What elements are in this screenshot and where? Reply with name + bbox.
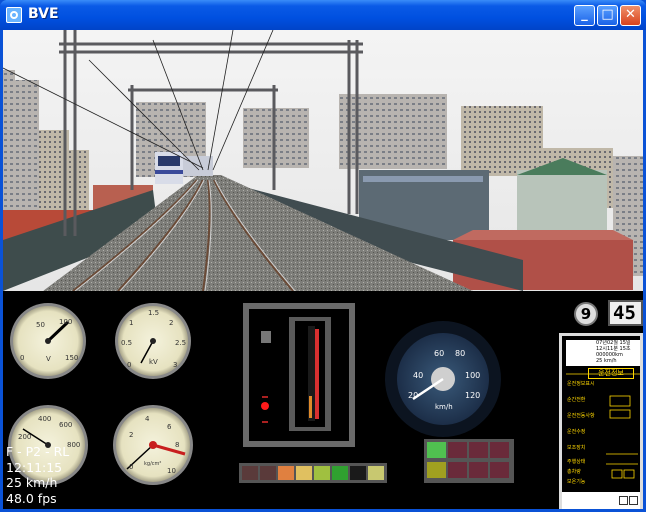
hud-overlay: F - P2 - RL 12:11:15 25 km/h 48.0 fps (6, 444, 69, 506)
hud-fps: 48.0 fps (6, 490, 57, 506)
brake-lamp (490, 462, 509, 478)
pressure2-tick-6: 6 (167, 423, 172, 431)
info-speed: 25 km/h (596, 358, 617, 364)
pressure2-tick-4: 4 (145, 415, 150, 423)
speed-tick-40: 40 (413, 371, 424, 380)
brake-pressure-gauge-right (113, 405, 193, 485)
kv-tick-2-5: 2.5 (175, 339, 187, 347)
indicator-lamps (242, 466, 384, 480)
indicator-lamp (368, 466, 384, 480)
indicator-lamp (296, 466, 312, 480)
speed-tick-100: 100 (465, 371, 481, 380)
info-panel-footer (562, 492, 640, 509)
brake-lamp (469, 462, 488, 478)
pressure2-tick-2: 2 (129, 431, 134, 439)
close-button[interactable]: ✕ (620, 5, 641, 26)
simulator-viewport[interactable]: 50 100 0 V 150 1.5 1 2 0.5 2.5 0 kV 3 40… (3, 30, 643, 509)
speed-tick-120: 120 (465, 391, 481, 400)
cab-instrument-panel: 50 100 0 V 150 1.5 1 2 0.5 2.5 0 kV 3 40… (3, 291, 643, 509)
voltmeter-tick-50: 50 (36, 321, 45, 329)
pressure2-tick-10: 10 (167, 467, 176, 475)
info-panel-header-block: 07년02월 15일 12시11분 15초 000000km 25 km/h (566, 340, 640, 366)
info-panel-diagram (566, 373, 640, 479)
title-bar[interactable]: BVE _ □ ✕ (0, 0, 646, 30)
driver-info-panel: 07년02월 15일 12시11분 15초 000000km 25 km/h 운… (559, 333, 643, 509)
speed-tick-60: 60 (434, 349, 445, 358)
voltmeter-gauge (10, 303, 86, 379)
brake-lamp (490, 442, 509, 458)
info-footer-icon-left[interactable] (619, 496, 628, 505)
station-time-display: 45 (608, 300, 643, 326)
indicator-lamp (260, 466, 276, 480)
pressure2-tick-0: 0 (129, 463, 134, 471)
brake-lamps (427, 442, 511, 480)
pressure2-unit: kg/cm² (144, 461, 162, 467)
indicator-lamp (350, 466, 366, 480)
pressure2-tick-8: 8 (175, 441, 180, 449)
hud-notch: F - P2 - RL (6, 444, 70, 459)
brake-lamp (448, 442, 467, 458)
brake-lamp (427, 442, 446, 458)
brake-lamp (448, 462, 467, 478)
indicator-lamp (242, 466, 258, 480)
app-window: BVE _ □ ✕ 50 100 0 V 150 1.5 1 2 0.5 2.5… (0, 0, 646, 512)
pressure1-tick-200: 200 (18, 433, 32, 441)
notch-indicator-panel (243, 303, 355, 447)
maximize-button[interactable]: □ (597, 5, 618, 26)
kv-tick-1: 1 (129, 319, 134, 327)
hud-speed: 25 km/h (6, 475, 58, 490)
indicator-lamp (314, 466, 330, 480)
kv-tick-2: 2 (169, 319, 174, 327)
info-panel-body: 운전정보표시 순간전환 운전전동사항 운전수정 보조장치 주행상태 총차량 보온… (566, 366, 640, 492)
kv-tick-0-5: 0.5 (121, 339, 133, 347)
voltmeter-unit: V (46, 355, 51, 363)
kv-tick-0: 0 (127, 361, 132, 369)
brake-lamp (427, 462, 446, 478)
brake-lamp (469, 442, 488, 458)
station-number-badge: 9 (574, 302, 598, 326)
window-title: BVE (28, 6, 59, 22)
speed-tick-80: 80 (455, 349, 466, 358)
indicator-lamp (332, 466, 348, 480)
minimize-button[interactable]: _ (574, 5, 595, 26)
pressure1-tick-400: 400 (38, 415, 52, 423)
hud-clock: 12:11:15 (6, 459, 63, 475)
speed-tick-20: 20 (408, 391, 419, 400)
voltmeter-tick-0: 0 (20, 354, 25, 362)
speedometer-gauge (385, 321, 501, 437)
indicator-lamp (278, 466, 294, 480)
pressure1-tick-600: 600 (59, 421, 73, 429)
kv-tick-1-5: 1.5 (148, 309, 160, 317)
kv-unit: kV (149, 358, 158, 366)
voltmeter-tick-100: 100 (59, 318, 73, 326)
voltmeter-tick-150: 150 (65, 354, 79, 362)
app-icon[interactable] (6, 7, 22, 23)
speed-unit: km/h (435, 403, 453, 411)
track-scene-view (3, 30, 643, 291)
info-footer-icon-right[interactable] (629, 496, 638, 505)
kv-tick-3: 3 (173, 361, 178, 369)
